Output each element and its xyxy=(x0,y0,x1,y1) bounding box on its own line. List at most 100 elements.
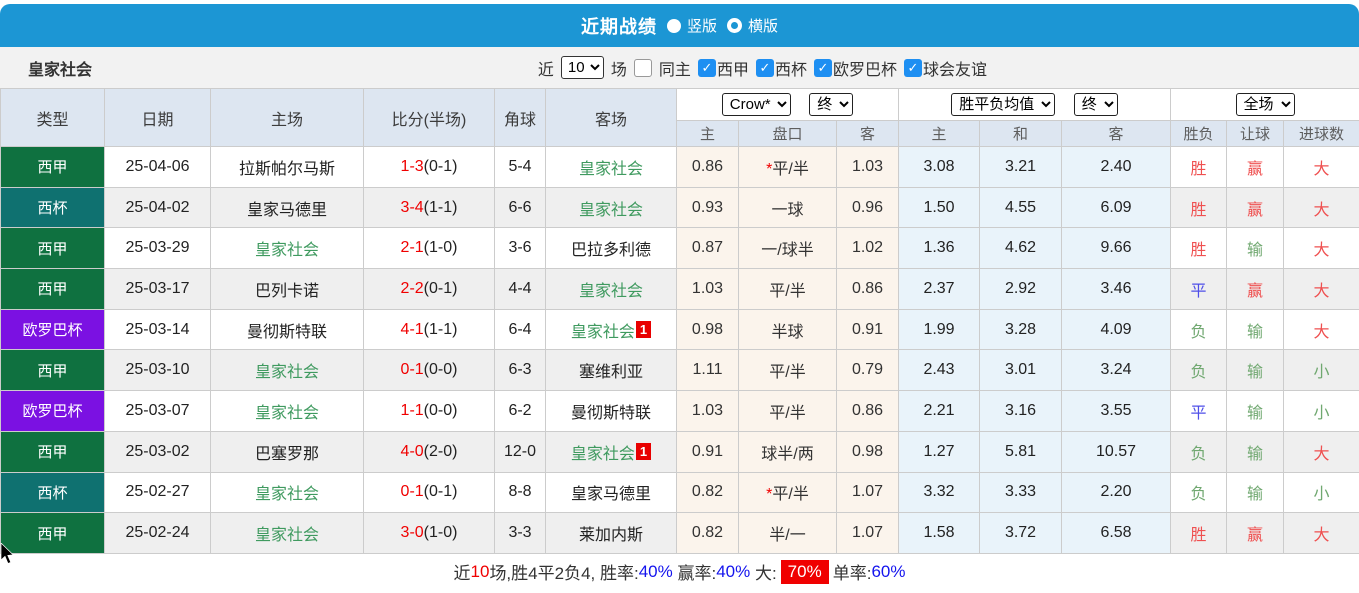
sub-header-handicap: 盘口 xyxy=(739,121,837,147)
league-type-cell: 西杯 xyxy=(1,187,105,228)
sub-header-odds-away: 客 xyxy=(837,121,899,147)
mean-time-select[interactable]: 终 xyxy=(1074,93,1118,116)
league-type-cell: 西甲 xyxy=(1,431,105,472)
handicap-result-cell: 输 xyxy=(1227,309,1284,350)
handicap-result-cell: 赢 xyxy=(1227,513,1284,554)
league-type-cell: 西甲 xyxy=(1,147,105,188)
away-team-cell[interactable]: 皇家马德里 xyxy=(546,472,677,513)
date-cell: 25-03-17 xyxy=(105,269,211,310)
away-team-cell[interactable]: 曼彻斯特联 xyxy=(546,391,677,432)
score-cell: 1-3(0-1) xyxy=(364,147,495,188)
home-team-cell[interactable]: 曼彻斯特联 xyxy=(211,309,364,350)
same-home-checkbox[interactable] xyxy=(634,59,652,77)
corner-cell: 8-8 xyxy=(495,472,546,513)
dropdown-header-row: 类型 日期 主场 比分(半场) 角球 客场 Crow* 终 胜平负均值 终 全场 xyxy=(1,89,1359,121)
filter-controls: 近 10 场 同主 ✓ 西甲 ✓ 西杯 ✓ 欧罗巴杯 ✓ 球会友谊 xyxy=(538,56,987,80)
home-team-cell[interactable]: 皇家社会 xyxy=(211,472,364,513)
handicap-cell: 平/半 xyxy=(739,391,837,432)
sub-header-mean-draw: 和 xyxy=(980,121,1062,147)
mean-win-cell: 1.99 xyxy=(899,309,980,350)
handicap-cell: 半球 xyxy=(739,309,837,350)
away-team-cell[interactable]: 莱加内斯 xyxy=(546,513,677,554)
corner-cell: 6-2 xyxy=(495,391,546,432)
horizontal-radio-icon[interactable] xyxy=(727,18,742,33)
corner-cell: 5-4 xyxy=(495,147,546,188)
odds-away-cell: 0.91 xyxy=(837,309,899,350)
handicap-cell: 平/半 xyxy=(739,269,837,310)
league-type-cell: 西甲 xyxy=(1,513,105,554)
home-team-cell[interactable]: 皇家社会 xyxy=(211,228,364,269)
mean-win-cell: 1.58 xyxy=(899,513,980,554)
goals-result-cell: 小 xyxy=(1284,472,1359,513)
mean-select[interactable]: 胜平负均值 xyxy=(951,93,1055,116)
copa-checkbox[interactable]: ✓ xyxy=(756,59,774,77)
home-team-cell[interactable]: 巴塞罗那 xyxy=(211,431,364,472)
league-filter-laliga: ✓ 西甲 xyxy=(698,56,749,80)
handicap-result-cell: 输 xyxy=(1227,472,1284,513)
result-cell: 负 xyxy=(1171,309,1227,350)
away-team-cell[interactable]: 塞维利亚 xyxy=(546,350,677,391)
home-team-cell[interactable]: 皇家马德里 xyxy=(211,187,364,228)
odds-home-cell: 1.03 xyxy=(677,391,739,432)
score-cell: 4-1(1-1) xyxy=(364,309,495,350)
mean-lose-cell: 3.24 xyxy=(1062,350,1171,391)
mean-draw-cell: 4.62 xyxy=(980,228,1062,269)
layout-vertical-option[interactable]: 竖版 xyxy=(667,15,717,36)
home-team-cell[interactable]: 皇家社会 xyxy=(211,350,364,391)
mean-draw-cell: 3.33 xyxy=(980,472,1062,513)
goals-result-cell: 大 xyxy=(1284,269,1359,310)
col-header-home: 主场 xyxy=(211,89,364,147)
handicap-cell: *平/半 xyxy=(739,147,837,188)
league-type-cell: 欧罗巴杯 xyxy=(1,391,105,432)
match-count-select[interactable]: 10 xyxy=(561,56,604,79)
home-team-cell[interactable]: 巴列卡诺 xyxy=(211,269,364,310)
europa-checkbox[interactable]: ✓ xyxy=(814,59,832,77)
mean-win-cell: 3.08 xyxy=(899,147,980,188)
mean-draw-cell: 5.81 xyxy=(980,431,1062,472)
sub-header-result: 胜负 xyxy=(1171,121,1227,147)
away-team-cell[interactable]: 皇家社会1 xyxy=(546,309,677,350)
sub-header-odds-home: 主 xyxy=(677,121,739,147)
away-team-cell[interactable]: 皇家社会1 xyxy=(546,431,677,472)
handicap-cell: 一球 xyxy=(739,187,837,228)
col-header-date: 日期 xyxy=(105,89,211,147)
away-team-cell[interactable]: 皇家社会 xyxy=(546,147,677,188)
odds-home-cell: 0.91 xyxy=(677,431,739,472)
near-label: 近 xyxy=(538,56,554,80)
date-cell: 25-02-24 xyxy=(105,513,211,554)
score-cell: 0-1(0-0) xyxy=(364,350,495,391)
away-team-cell[interactable]: 皇家社会 xyxy=(546,269,677,310)
table-row: 西甲25-04-06拉斯帕尔马斯1-3(0-1)5-4皇家社会0.86*平/半1… xyxy=(1,147,1359,188)
home-team-cell[interactable]: 拉斯帕尔马斯 xyxy=(211,147,364,188)
mean-lose-cell: 9.66 xyxy=(1062,228,1171,269)
odds-away-cell: 0.98 xyxy=(837,431,899,472)
date-cell: 25-03-10 xyxy=(105,350,211,391)
summary-segment: 40% xyxy=(716,562,750,582)
laliga-checkbox[interactable]: ✓ xyxy=(698,59,716,77)
home-team-cell[interactable]: 皇家社会 xyxy=(211,513,364,554)
vertical-radio-icon[interactable] xyxy=(667,19,681,33)
full-match-select[interactable]: 全场 xyxy=(1236,93,1295,116)
title-bar: 近期战绩 竖版 横版 xyxy=(0,4,1359,47)
bookmaker-select[interactable]: Crow* xyxy=(722,93,791,116)
away-team-cell[interactable]: 巴拉多利德 xyxy=(546,228,677,269)
home-team-cell[interactable]: 皇家社会 xyxy=(211,391,364,432)
results-tbody: 西甲25-04-06拉斯帕尔马斯1-3(0-1)5-4皇家社会0.86*平/半1… xyxy=(1,147,1359,554)
result-cell: 平 xyxy=(1171,391,1227,432)
table-row: 西甲25-02-24皇家社会3-0(1-0)3-3莱加内斯0.82半/一1.07… xyxy=(1,513,1359,554)
mean-lose-cell: 2.20 xyxy=(1062,472,1171,513)
friendly-checkbox[interactable]: ✓ xyxy=(904,59,922,77)
friendly-label: 球会友谊 xyxy=(923,56,987,80)
odds-home-cell: 0.82 xyxy=(677,472,739,513)
mean-win-cell: 2.43 xyxy=(899,350,980,391)
layout-horizontal-option[interactable]: 横版 xyxy=(727,15,778,36)
odds-time-select[interactable]: 终 xyxy=(809,93,853,116)
date-cell: 25-04-06 xyxy=(105,147,211,188)
odds-home-cell: 0.86 xyxy=(677,147,739,188)
odds-home-cell: 0.93 xyxy=(677,187,739,228)
mean-win-cell: 1.36 xyxy=(899,228,980,269)
summary-segment: 10 xyxy=(471,562,490,582)
corner-cell: 4-4 xyxy=(495,269,546,310)
away-team-cell[interactable]: 皇家社会 xyxy=(546,187,677,228)
table-row: 西杯25-02-27皇家社会0-1(0-1)8-8皇家马德里0.82*平/半1.… xyxy=(1,472,1359,513)
